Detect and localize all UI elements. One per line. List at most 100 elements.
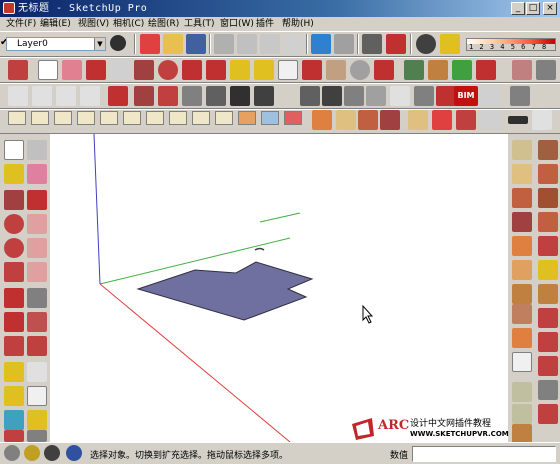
bracket-icon[interactable] <box>480 110 500 130</box>
plugin-tab-3[interactable] <box>54 111 72 125</box>
railing-icon[interactable] <box>344 86 364 106</box>
move-tool-icon[interactable] <box>4 288 24 308</box>
save-icon[interactable] <box>186 34 206 54</box>
offset-icon[interactable] <box>27 336 47 356</box>
text-icon[interactable] <box>278 60 298 80</box>
scale-tool-icon[interactable] <box>4 336 24 356</box>
erase-icon[interactable] <box>283 34 303 54</box>
position-camera-icon[interactable] <box>4 430 24 442</box>
rotate-tool-icon[interactable] <box>4 312 24 332</box>
menu-camera[interactable]: 相机(C) <box>113 17 144 31</box>
panel-component-icon[interactable] <box>512 236 532 256</box>
hand-icon[interactable] <box>480 86 500 106</box>
credits-icon[interactable] <box>24 445 40 461</box>
cut-icon[interactable] <box>214 34 234 54</box>
rotate-icon[interactable] <box>206 60 226 80</box>
structure-icon[interactable] <box>436 86 456 106</box>
zoom-icon[interactable] <box>350 60 370 80</box>
window-component-icon[interactable] <box>512 164 532 184</box>
plugin-tab-13[interactable] <box>284 111 302 125</box>
select-icon[interactable] <box>38 60 58 80</box>
new-file-icon[interactable] <box>140 34 160 54</box>
roof-component-icon[interactable] <box>538 236 558 256</box>
hammer-icon[interactable] <box>538 308 558 328</box>
floor-face[interactable] <box>136 261 314 321</box>
bim-icon[interactable]: BIM <box>454 86 478 106</box>
look-around-icon[interactable] <box>476 60 496 80</box>
wall-icon[interactable] <box>108 86 128 106</box>
column-2-icon[interactable] <box>512 404 532 424</box>
line-icon[interactable] <box>8 86 28 106</box>
menu-file[interactable]: 文件(F) <box>6 17 36 31</box>
pie-icon[interactable] <box>4 262 24 282</box>
plugin-tab-7[interactable] <box>146 111 164 125</box>
walk-tool-icon[interactable] <box>27 430 47 442</box>
column-component-icon[interactable] <box>512 382 532 402</box>
material-box-icon[interactable] <box>538 188 558 208</box>
scale-icon[interactable] <box>230 60 250 80</box>
shutter-icon[interactable] <box>512 284 532 304</box>
sandbox-icon[interactable] <box>512 60 532 80</box>
window-tool-icon[interactable] <box>134 86 154 106</box>
freehand-icon[interactable] <box>27 214 47 234</box>
move-icon[interactable] <box>182 60 202 80</box>
window-icon[interactable] <box>336 110 356 130</box>
arc3-icon[interactable] <box>27 262 47 282</box>
print-icon[interactable] <box>362 34 382 54</box>
menu-view[interactable]: 视图(V) <box>78 17 109 31</box>
text-tool-icon[interactable] <box>27 386 47 406</box>
make-component-icon[interactable] <box>27 140 47 160</box>
door-icon[interactable] <box>312 110 332 130</box>
door-plus-icon[interactable] <box>512 328 532 348</box>
plugin-tab-6[interactable] <box>123 111 141 125</box>
push-pull-icon[interactable] <box>80 86 100 106</box>
floor-icon[interactable] <box>390 86 410 106</box>
gradient-icon[interactable] <box>538 356 558 376</box>
component-icon[interactable] <box>404 60 424 80</box>
plugin-tab-8[interactable] <box>169 111 187 125</box>
chevron-down-icon[interactable]: ▼ <box>94 38 105 50</box>
plugin-tab-5[interactable] <box>100 111 118 125</box>
stair-component-icon[interactable] <box>538 380 558 400</box>
plugin-tab-11[interactable] <box>238 111 256 125</box>
copy-icon[interactable] <box>237 34 257 54</box>
curve-icon[interactable] <box>32 86 52 106</box>
rectangle-tool-icon[interactable] <box>4 190 24 210</box>
walk-icon[interactable] <box>452 60 472 80</box>
grid-component-icon[interactable] <box>512 304 532 324</box>
step-icon[interactable] <box>408 110 428 130</box>
stair-icon[interactable] <box>182 86 202 106</box>
help-status-icon[interactable] <box>66 445 82 461</box>
3d-text-icon[interactable] <box>27 410 47 430</box>
paste-icon[interactable] <box>260 34 280 54</box>
dimension-icon[interactable] <box>27 362 47 382</box>
grid-icon[interactable] <box>230 86 250 106</box>
push-pull-tool-icon[interactable] <box>27 288 47 308</box>
circle-icon[interactable] <box>158 60 178 80</box>
wall-component-icon[interactable] <box>512 188 532 208</box>
brick-icon[interactable] <box>512 212 532 232</box>
axes-icon[interactable] <box>4 410 24 430</box>
menu-tools[interactable]: 工具(T) <box>184 17 215 31</box>
plugin-tab-4[interactable] <box>77 111 95 125</box>
plugin-tab-2[interactable] <box>31 111 49 125</box>
section-icon[interactable] <box>8 60 28 80</box>
space-icon[interactable] <box>414 86 434 106</box>
menu-edit[interactable]: 编辑(E) <box>40 17 71 31</box>
close-button[interactable]: × <box>543 2 557 15</box>
3d-viewport[interactable] <box>50 133 508 443</box>
frame-component-icon[interactable] <box>512 260 532 280</box>
plugin-tab-10[interactable] <box>215 111 233 125</box>
geo-location-icon[interactable] <box>4 445 20 461</box>
panel-icon[interactable] <box>532 110 552 130</box>
door-tool-icon[interactable] <box>158 86 178 106</box>
swap-icon[interactable] <box>456 110 476 130</box>
model-info-icon[interactable] <box>386 34 406 54</box>
follow-me-icon[interactable] <box>27 312 47 332</box>
user-icon[interactable] <box>44 445 60 461</box>
minimize-button[interactable]: _ <box>511 2 525 15</box>
protractor-icon[interactable] <box>4 386 24 406</box>
undo-icon[interactable] <box>311 34 331 54</box>
material-stack-icon[interactable] <box>538 212 558 232</box>
layer-select[interactable]: Layer0 ▼ <box>6 37 106 51</box>
